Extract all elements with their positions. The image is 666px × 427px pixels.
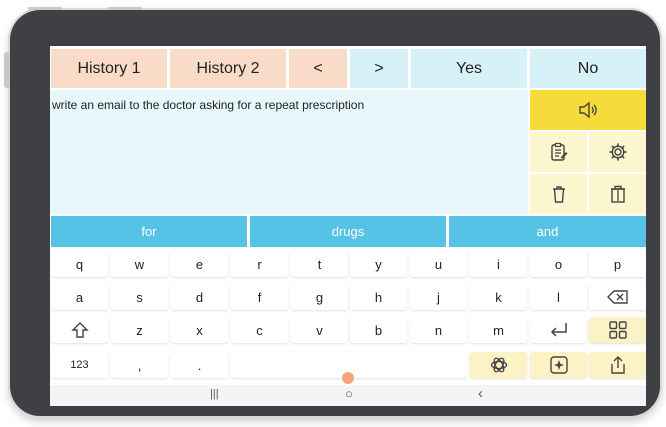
enter-icon bbox=[549, 322, 569, 338]
key-v[interactable]: v bbox=[291, 317, 348, 343]
key-u[interactable]: u bbox=[410, 251, 467, 277]
key-e[interactable]: e bbox=[171, 251, 228, 277]
next-button[interactable]: > bbox=[350, 49, 408, 88]
shift-icon bbox=[70, 321, 89, 339]
key-q[interactable]: q bbox=[51, 251, 108, 277]
key-c[interactable]: c bbox=[231, 317, 288, 343]
history-2-button[interactable]: History 2 bbox=[170, 49, 286, 88]
speaker-icon bbox=[578, 101, 598, 119]
key-n[interactable]: n bbox=[410, 317, 467, 343]
backspace-key[interactable] bbox=[589, 284, 646, 310]
key-i[interactable]: i bbox=[470, 251, 527, 277]
key-d[interactable]: d bbox=[171, 284, 228, 310]
key-z[interactable]: z bbox=[111, 317, 168, 343]
period-key[interactable]: . bbox=[171, 352, 228, 378]
key-l[interactable]: l bbox=[530, 284, 587, 310]
top-bar: History 1 History 2 < > Yes No bbox=[50, 46, 646, 89]
key-a[interactable]: a bbox=[51, 284, 108, 310]
key-m[interactable]: m bbox=[470, 317, 527, 343]
ai-assist-key[interactable] bbox=[470, 352, 527, 378]
message-text: write an email to the doctor asking for … bbox=[52, 98, 365, 112]
message-area[interactable]: write an email to the doctor asking for … bbox=[50, 90, 528, 214]
settings-button[interactable] bbox=[589, 132, 646, 172]
ai-rewrite-key[interactable] bbox=[530, 352, 587, 378]
grid-icon bbox=[608, 321, 627, 339]
no-button[interactable]: No bbox=[530, 49, 646, 88]
key-o[interactable]: o bbox=[530, 251, 587, 277]
key-f[interactable]: f bbox=[231, 284, 288, 310]
key-y[interactable]: y bbox=[350, 251, 407, 277]
comma-key[interactable]: , bbox=[111, 352, 168, 378]
trash-icon bbox=[550, 184, 568, 204]
tablet-frame: History 1 History 2 < > Yes No write an … bbox=[4, 7, 660, 416]
openai-icon bbox=[489, 355, 509, 375]
suggestion-and[interactable]: and bbox=[449, 216, 646, 247]
backspace-icon bbox=[606, 290, 629, 304]
key-p[interactable]: p bbox=[589, 251, 646, 277]
suggestion-for[interactable]: for bbox=[51, 216, 247, 247]
app-screen: History 1 History 2 < > Yes No write an … bbox=[50, 46, 646, 406]
share-key[interactable] bbox=[589, 352, 646, 378]
key-s[interactable]: s bbox=[111, 284, 168, 310]
tablet-top-button bbox=[108, 7, 142, 10]
touch-indicator bbox=[342, 372, 354, 384]
sparkle-icon bbox=[549, 355, 569, 375]
home-nav-button[interactable]: ○ bbox=[345, 386, 353, 401]
previous-button[interactable]: < bbox=[289, 49, 347, 88]
trash-lid-icon bbox=[608, 184, 628, 204]
delete-word-button[interactable] bbox=[530, 174, 587, 214]
key-g[interactable]: g bbox=[291, 284, 348, 310]
key-b[interactable]: b bbox=[350, 317, 407, 343]
recents-nav-button[interactable]: ||| bbox=[210, 388, 219, 400]
shift-key[interactable] bbox=[51, 317, 108, 343]
gear-icon bbox=[608, 142, 628, 162]
key-h[interactable]: h bbox=[350, 284, 407, 310]
yes-button[interactable]: Yes bbox=[411, 49, 527, 88]
numbers-key[interactable]: 123 bbox=[51, 352, 108, 378]
tablet-side-button bbox=[4, 52, 10, 88]
enter-key[interactable] bbox=[530, 317, 587, 343]
word-suggestions: for drugs and bbox=[50, 216, 646, 247]
notes-button[interactable] bbox=[530, 132, 587, 172]
grid-menu-key[interactable] bbox=[589, 317, 646, 343]
suggestion-drugs[interactable]: drugs bbox=[250, 216, 446, 247]
speak-button[interactable] bbox=[530, 90, 646, 130]
clipboard-icon bbox=[549, 142, 569, 162]
tablet-top-button bbox=[28, 7, 62, 10]
key-k[interactable]: k bbox=[470, 284, 527, 310]
history-1-button[interactable]: History 1 bbox=[51, 49, 167, 88]
key-r[interactable]: r bbox=[231, 251, 288, 277]
key-j[interactable]: j bbox=[410, 284, 467, 310]
key-w[interactable]: w bbox=[111, 251, 168, 277]
key-t[interactable]: t bbox=[291, 251, 348, 277]
key-x[interactable]: x bbox=[171, 317, 228, 343]
delete-all-button[interactable] bbox=[589, 174, 646, 214]
system-nav-bar: ||| ○ ‹ bbox=[50, 385, 646, 406]
share-icon bbox=[609, 355, 627, 375]
back-nav-button[interactable]: ‹ bbox=[478, 385, 483, 402]
